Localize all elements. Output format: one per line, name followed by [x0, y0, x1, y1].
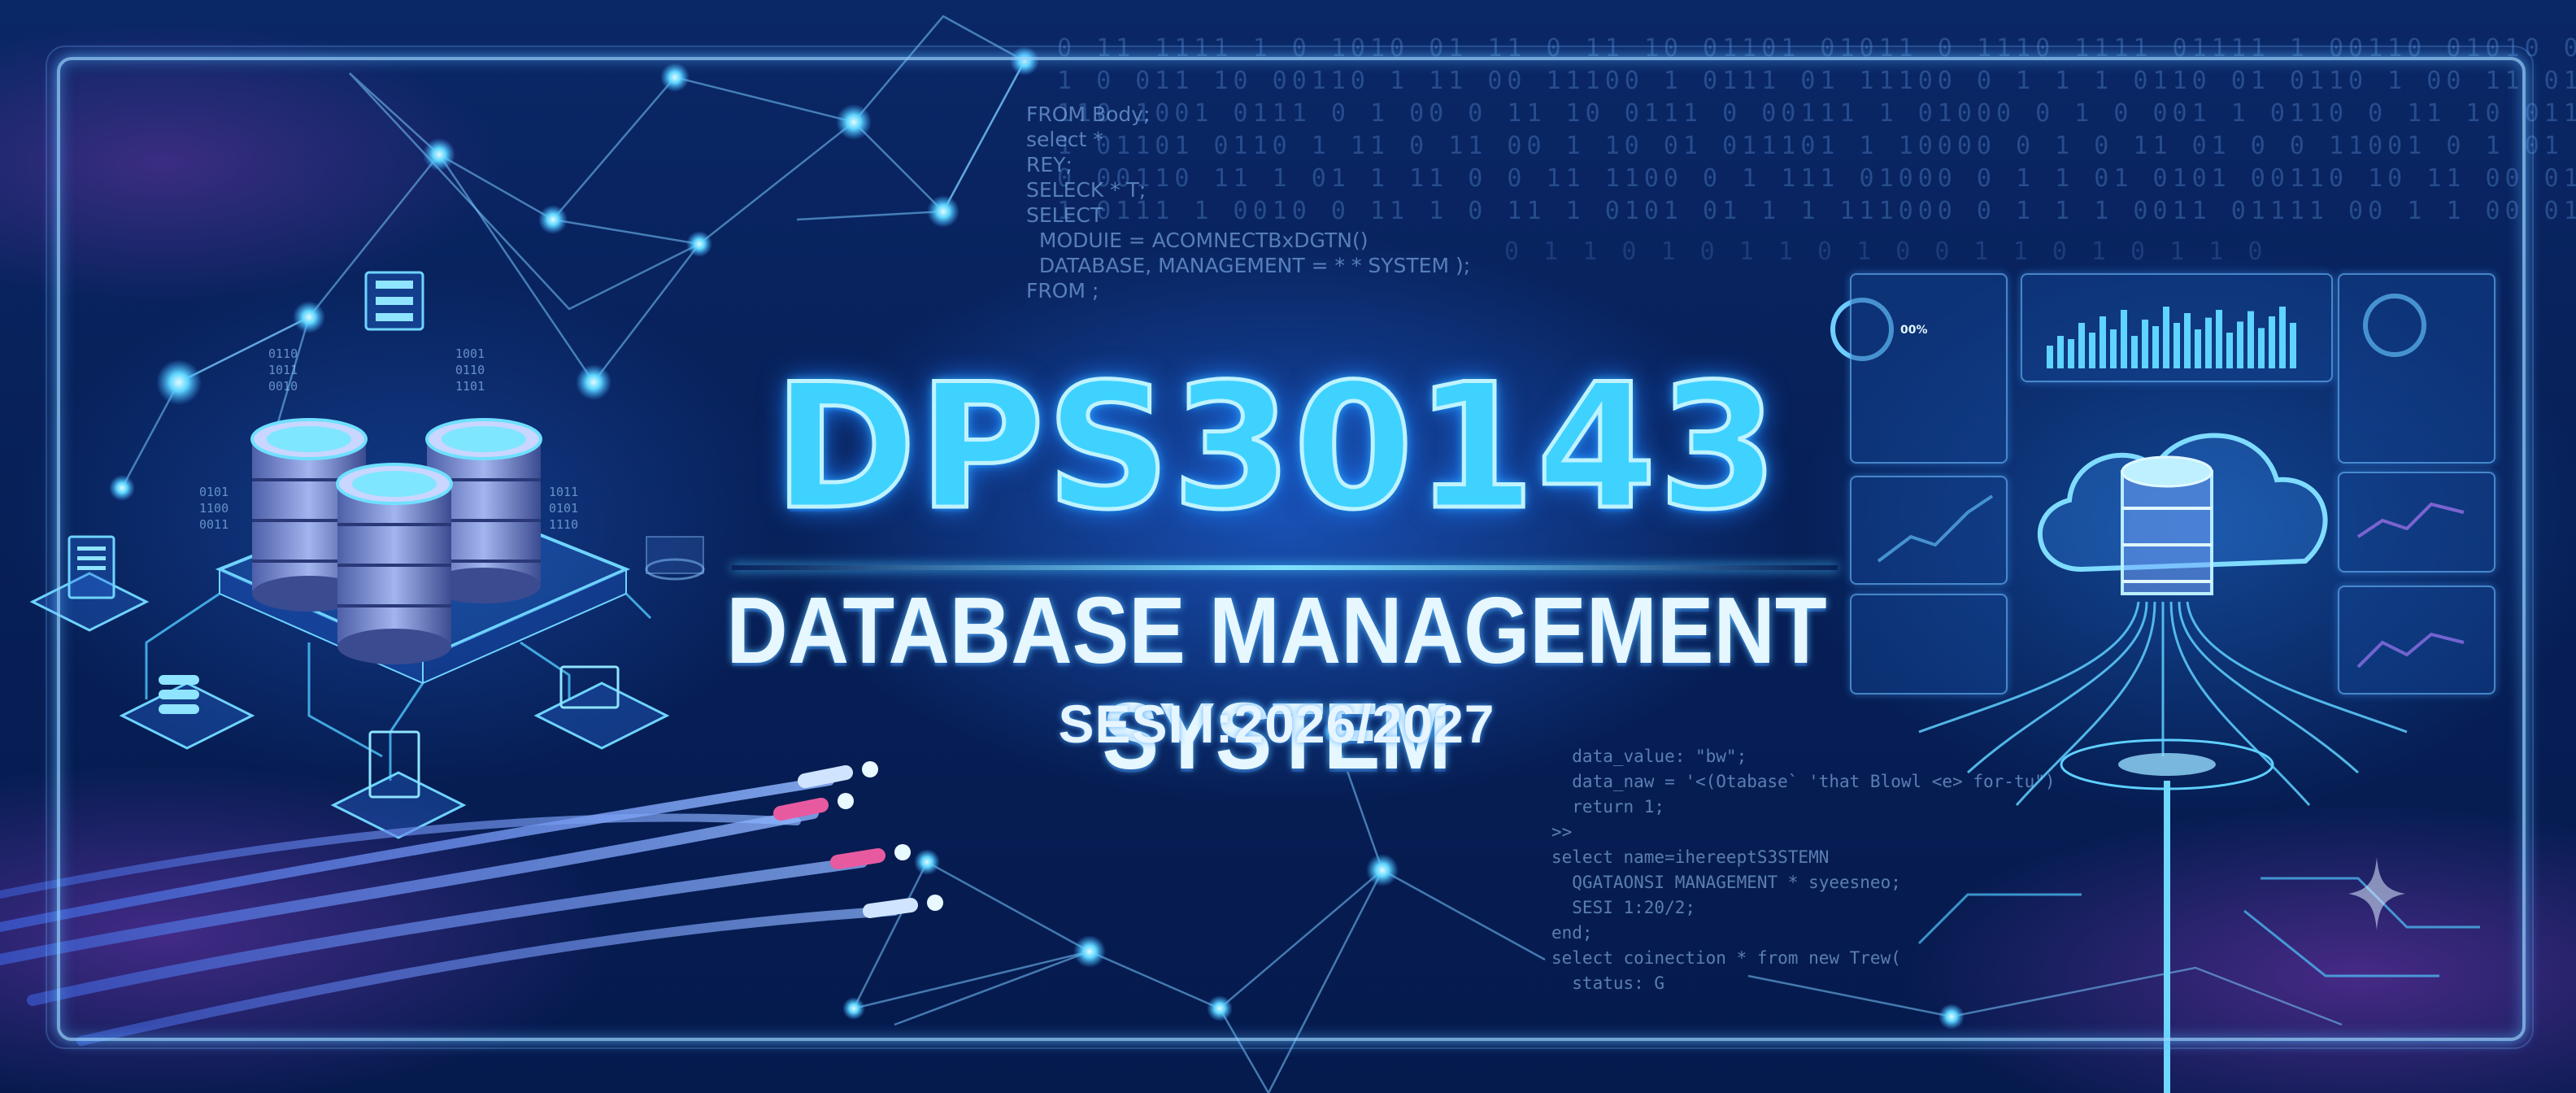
glow-frame: [57, 57, 2526, 1041]
sparkle-icon: [2348, 857, 2405, 930]
course-name: DATABASE MANAGEMENT SYSTEM: [726, 577, 1827, 789]
course-code: DPS30143: [772, 346, 1781, 547]
session-label: SESI I:2026/2027: [1058, 694, 1495, 754]
divider-glow: [732, 565, 1838, 570]
banner: 0 11 1111 1 0 1010 01 11 0 11 10 01101 0…: [0, 0, 2576, 1093]
